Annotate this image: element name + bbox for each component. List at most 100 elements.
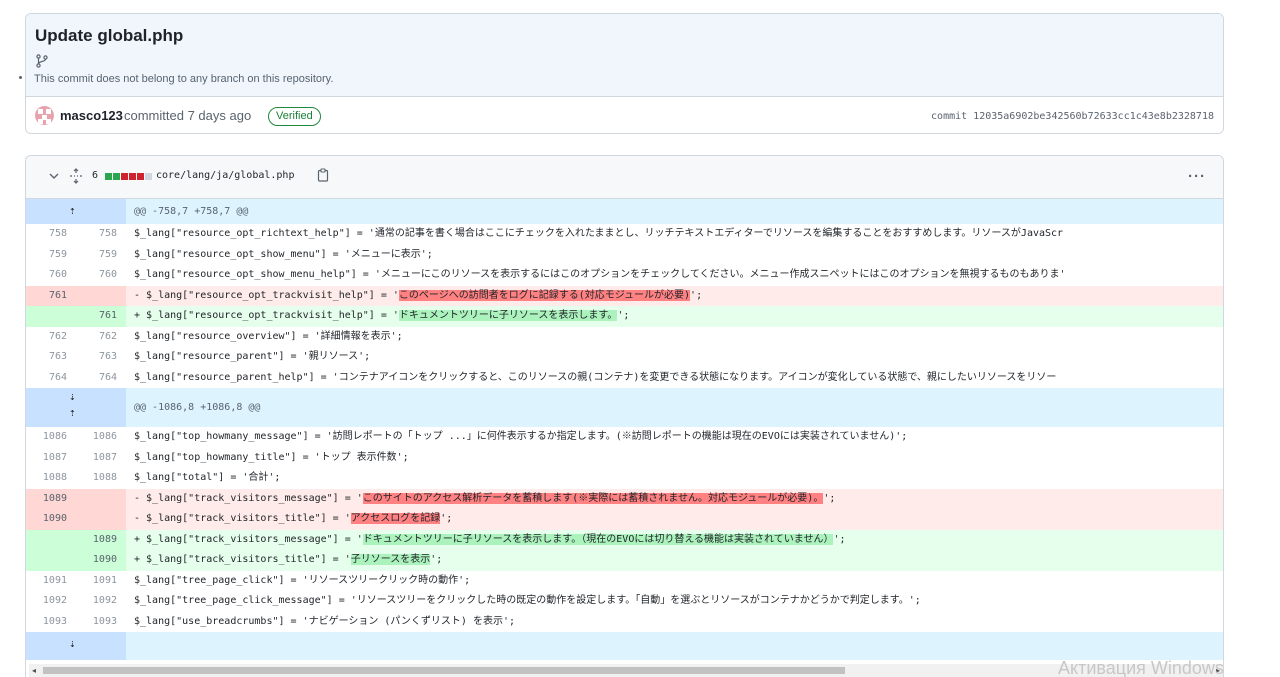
old-line-number[interactable]: 758 bbox=[26, 224, 76, 245]
chevron-down-icon[interactable] bbox=[47, 169, 61, 183]
hunk-header: ⇣ bbox=[26, 632, 1223, 660]
old-line-number[interactable] bbox=[26, 306, 76, 327]
old-line-number[interactable] bbox=[26, 550, 76, 571]
verified-badge[interactable]: Verified bbox=[268, 107, 321, 126]
code-suffix: '; bbox=[430, 554, 443, 565]
code-prefix: + $_lang["track_visitors_message"] = ' bbox=[134, 533, 363, 545]
commit-title-area: Update global.php This commit does not b… bbox=[26, 14, 1223, 97]
expand-down-button[interactable]: ⇣ bbox=[26, 632, 126, 660]
new-line-number[interactable]: 1087 bbox=[76, 448, 126, 469]
horizontal-scrollbar[interactable]: ◂ ▸ bbox=[29, 664, 1223, 677]
code-suffix: '; bbox=[823, 492, 836, 504]
code-text: + $_lang["resource_opt_trackvisit_help"]… bbox=[134, 306, 629, 327]
old-line-number[interactable]: 1087 bbox=[26, 448, 76, 469]
code-text: $_lang["total"] = '合計'; bbox=[134, 472, 281, 483]
code-text: + $_lang["track_visitors_message"] = 'ドキ… bbox=[134, 530, 846, 551]
commit-time: committed 7 days ago bbox=[124, 108, 252, 123]
expand-down-icon[interactable]: ⇣ bbox=[69, 391, 76, 402]
old-line-number[interactable] bbox=[26, 529, 76, 550]
scroll-thumb[interactable] bbox=[43, 667, 845, 674]
new-line-number[interactable] bbox=[76, 285, 126, 306]
deleted-highlight: このサイトのアクセス解析データを蓄積します(※実際には蓄積されません。対応モジュ… bbox=[362, 492, 824, 504]
new-line-number[interactable]: 759 bbox=[76, 245, 126, 266]
code-prefix: - $_lang["resource_opt_trackvisit_help"]… bbox=[134, 289, 399, 301]
old-line-number[interactable]: 761 bbox=[26, 285, 76, 306]
expand-up-button[interactable]: ⇡ bbox=[26, 199, 126, 224]
author-link[interactable]: masco123 bbox=[60, 108, 123, 123]
new-line-number[interactable]: 760 bbox=[76, 265, 126, 286]
new-line-number[interactable]: 763 bbox=[76, 347, 126, 368]
context-line: 1093 1093 $_lang["use_breadcrumbs"] = 'ナビ… bbox=[26, 612, 1223, 633]
code-text: $_lang["tree_page_click"] = 'リソースツリークリック… bbox=[134, 574, 471, 586]
code-suffix: '; bbox=[440, 513, 453, 524]
expand-all-icon[interactable] bbox=[69, 168, 83, 184]
code-text: $_lang["resource_opt_show_menu"] = 'メニュー… bbox=[134, 248, 433, 260]
old-line-number[interactable]: 760 bbox=[26, 265, 76, 286]
added-highlight: ドキュメントツリーに子リソースを表示します。 bbox=[398, 310, 618, 321]
new-line-number[interactable]: 1088 bbox=[76, 468, 126, 489]
code-text: - $_lang["resource_opt_trackvisit_help"]… bbox=[134, 286, 702, 307]
old-line-number[interactable]: 762 bbox=[26, 327, 76, 348]
expand-up-icon[interactable]: ⇡ bbox=[69, 407, 76, 418]
new-line-number[interactable]: 764 bbox=[76, 368, 126, 389]
new-line-number[interactable]: 1093 bbox=[76, 612, 126, 633]
context-line: 1087 1087 $_lang["top_howmany_title"] = '… bbox=[26, 448, 1223, 469]
code-text: $_lang["tree_page_click_message"] = 'リソー… bbox=[134, 595, 921, 606]
commit-title: Update global.php bbox=[35, 26, 184, 45]
code-text: $_lang["resource_overview"] = '詳細情報を表示'; bbox=[134, 330, 403, 342]
expand-both-button[interactable]: ⇣ ⇡ bbox=[26, 388, 126, 427]
old-line-number[interactable]: 1091 bbox=[26, 571, 76, 592]
old-line-number[interactable]: 1086 bbox=[26, 427, 76, 448]
code-prefix: - $_lang["track_visitors_title"] = ' bbox=[134, 513, 351, 524]
expand-up-icon[interactable]: ⇡ bbox=[69, 205, 76, 216]
old-line-number[interactable]: 1089 bbox=[26, 488, 76, 509]
file-header: 6 core/lang/ja/global.php ··· bbox=[26, 156, 1223, 199]
new-line-number[interactable]: 1089 bbox=[76, 529, 126, 550]
context-line: 763 763 $_lang["resource_parent"] = '親リソー… bbox=[26, 347, 1223, 368]
branch-note: This commit does not belong to any branc… bbox=[34, 73, 334, 85]
context-line: 764 764 $_lang["resource_parent_help"] = … bbox=[26, 368, 1223, 389]
old-line-number[interactable]: 1090 bbox=[26, 509, 76, 530]
code-text: - $_lang["track_visitors_message"] = 'この… bbox=[134, 489, 835, 510]
new-line-number[interactable]: 1092 bbox=[76, 591, 126, 612]
old-line-number[interactable]: 764 bbox=[26, 368, 76, 389]
diffstat-block bbox=[121, 173, 128, 180]
code-text: + $_lang["track_visitors_title"] = '子リソー… bbox=[134, 550, 442, 571]
added-line: 761 + $_lang["resource_opt_trackvisit_hel… bbox=[26, 306, 1223, 327]
diff-table: ⇡ @@ -758,7 +758,7 @@ 758 758 $_lang["resou… bbox=[26, 199, 1223, 660]
expand-down-icon[interactable]: ⇣ bbox=[69, 638, 76, 649]
code-text: $_lang["top_howmany_message"] = '訪問レポートの… bbox=[134, 431, 908, 442]
new-line-number[interactable]: 758 bbox=[76, 224, 126, 245]
new-line-number[interactable]: 1090 bbox=[76, 550, 126, 571]
copy-icon[interactable] bbox=[317, 168, 329, 182]
code-prefix: - $_lang["track_visitors_message"] = ' bbox=[134, 492, 363, 504]
old-line-number[interactable]: 1088 bbox=[26, 468, 76, 489]
avatar[interactable] bbox=[35, 106, 54, 125]
added-highlight: 子リソースを表示 bbox=[350, 554, 431, 565]
added-line: 1089 + $_lang["track_visitors_message"] =… bbox=[26, 529, 1223, 551]
file-diff: 6 core/lang/ja/global.php ··· ⇡ @@ -758,7… bbox=[25, 155, 1224, 677]
new-line-number[interactable]: 762 bbox=[76, 327, 126, 348]
file-path[interactable]: core/lang/ja/global.php bbox=[156, 170, 294, 181]
old-line-number[interactable]: 759 bbox=[26, 245, 76, 266]
new-line-number[interactable]: 761 bbox=[76, 306, 126, 327]
hunk-header: ⇣ ⇡ @@ -1086,8 +1086,8 @@ bbox=[26, 388, 1223, 427]
new-line-number[interactable] bbox=[76, 509, 126, 530]
added-line: 1090 + $_lang["track_visitors_title"] = '… bbox=[26, 550, 1223, 571]
new-line-number[interactable]: 1086 bbox=[76, 427, 126, 448]
deleted-line: 1090 - $_lang["track_visitors_title"] = '… bbox=[26, 509, 1223, 530]
git-branch-icon[interactable] bbox=[35, 54, 49, 68]
context-line: 1091 1091 $_lang["tree_page_click"] = 'リソ… bbox=[26, 571, 1223, 592]
code-text: $_lang["resource_opt_richtext_help"] = '… bbox=[134, 228, 1064, 239]
deleted-line: 761 - $_lang["resource_opt_trackvisit_hel… bbox=[26, 285, 1223, 307]
old-line-number[interactable]: 763 bbox=[26, 347, 76, 368]
new-line-number[interactable] bbox=[76, 488, 126, 509]
new-line-number[interactable]: 1091 bbox=[76, 571, 126, 592]
old-line-number[interactable]: 1092 bbox=[26, 591, 76, 612]
old-line-number[interactable]: 1093 bbox=[26, 612, 76, 633]
scroll-left-icon[interactable]: ◂ bbox=[32, 666, 36, 675]
more-options-icon[interactable]: ··· bbox=[1188, 168, 1206, 185]
hunk-range: @@ -758,7 +758,7 @@ bbox=[134, 206, 249, 217]
context-line: 1088 1088 $_lang["total"] = '合計'; bbox=[26, 468, 1223, 489]
added-highlight: ドキュメントツリーに子リソースを表示します。（現在のEVOには切り替える機能は実… bbox=[362, 533, 834, 545]
